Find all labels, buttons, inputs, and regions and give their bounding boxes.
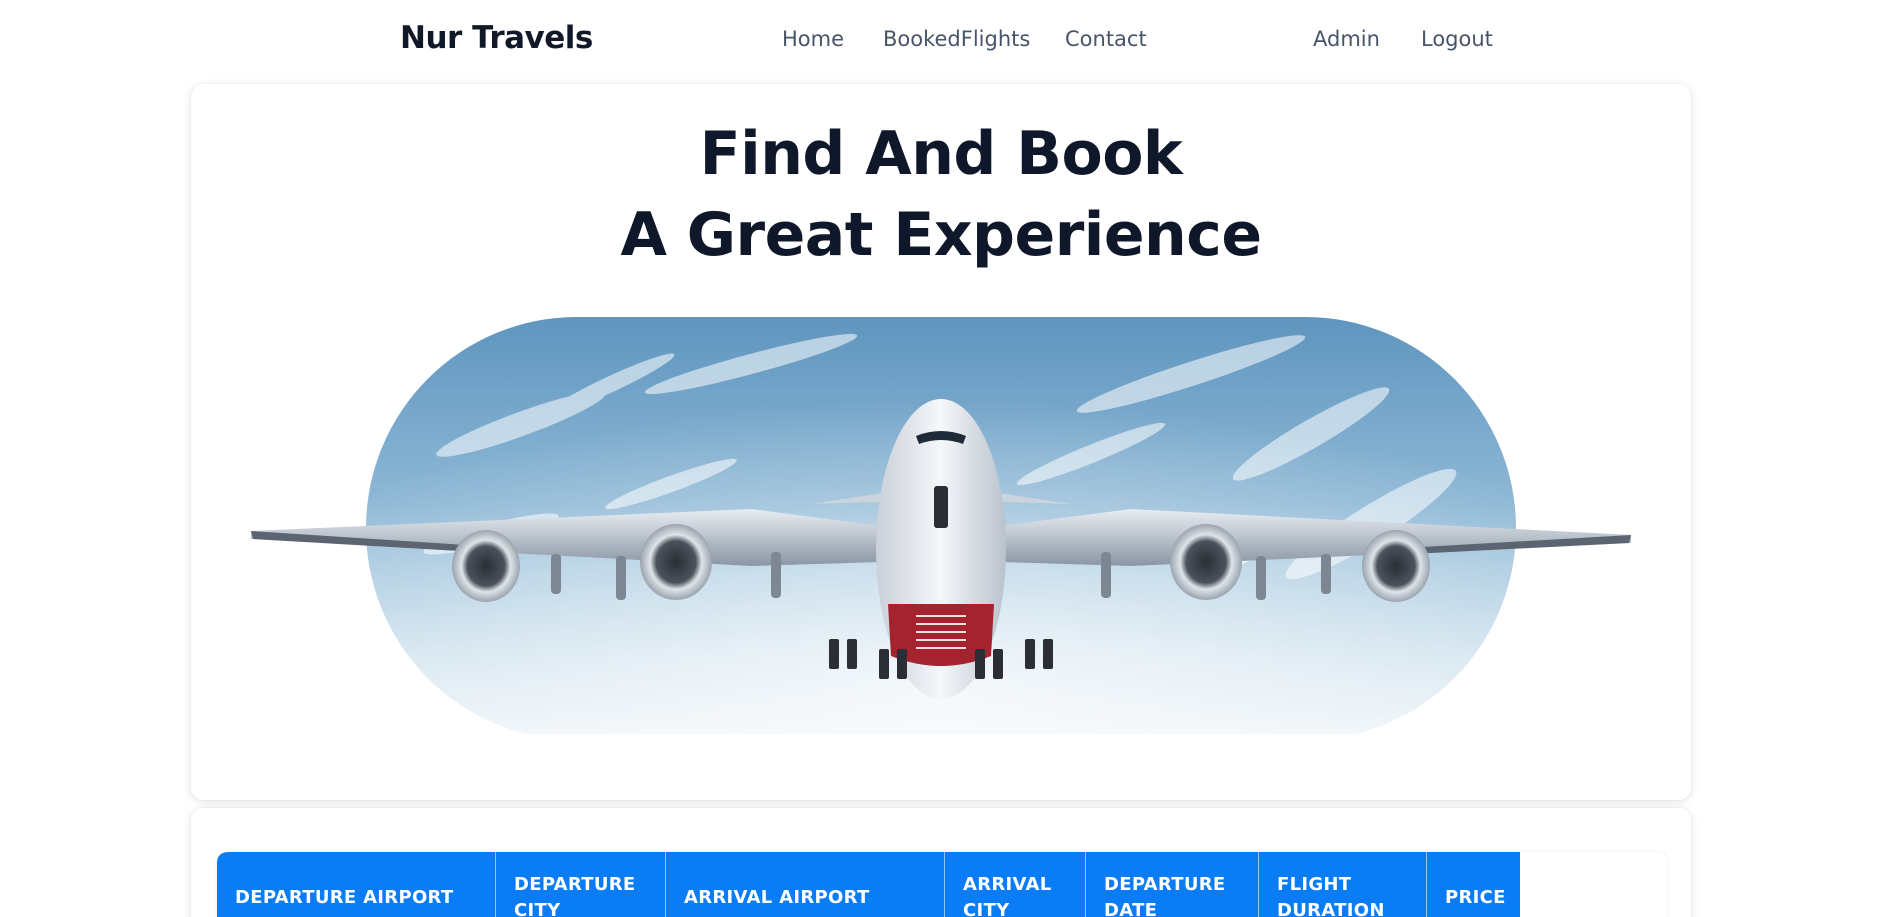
- flights-table: DEPARTURE AIRPORT DEPARTURE CITY ARRIVAL…: [217, 852, 1667, 917]
- hero-title: Find And Book A Great Experience: [191, 114, 1691, 276]
- column-header-flight-duration[interactable]: FLIGHT DURATION: [1259, 852, 1427, 917]
- column-header-price[interactable]: PRICE: [1427, 852, 1520, 917]
- flights-table-card: DEPARTURE AIRPORT DEPARTURE CITY ARRIVAL…: [191, 808, 1691, 917]
- column-header-departure-airport[interactable]: DEPARTURE AIRPORT: [217, 852, 496, 917]
- airplane-hero-image: [251, 317, 1631, 734]
- column-header-arrival-city[interactable]: ARRIVAL CITY: [945, 852, 1086, 917]
- hero-card: Find And Book A Great Experience: [191, 84, 1691, 800]
- nav-link-logout[interactable]: Logout: [1421, 27, 1493, 51]
- nav-link-contact[interactable]: Contact: [1065, 27, 1147, 51]
- hero-title-line1: Find And Book: [699, 119, 1183, 189]
- table-header-row: DEPARTURE AIRPORT DEPARTURE CITY ARRIVAL…: [217, 852, 1520, 917]
- hero-title-line2: A Great Experience: [620, 200, 1262, 270]
- nav-link-admin[interactable]: Admin: [1313, 27, 1380, 51]
- nav-link-home[interactable]: Home: [782, 27, 844, 51]
- navbar: Nur Travels Home BookedFlights Contact A…: [0, 0, 1880, 80]
- column-header-arrival-airport[interactable]: ARRIVAL AIRPORT: [666, 852, 945, 917]
- nav-link-booked-flights[interactable]: BookedFlights: [883, 27, 1030, 51]
- brand-logo[interactable]: Nur Travels: [400, 20, 593, 56]
- column-header-departure-date[interactable]: DEPARTURE DATE: [1086, 852, 1259, 917]
- column-header-departure-city[interactable]: DEPARTURE CITY: [496, 852, 666, 917]
